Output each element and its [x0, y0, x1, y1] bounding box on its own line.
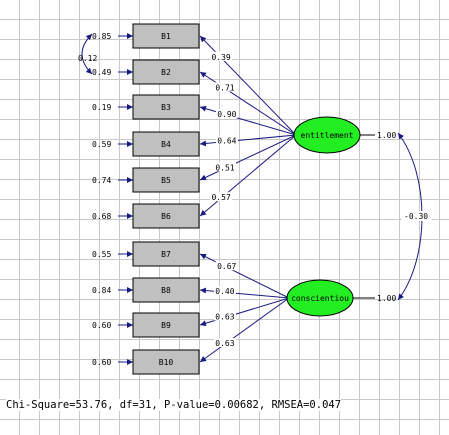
error-covariance-value: 0.12: [78, 54, 97, 63]
factor-correlation-value: -0.30: [404, 212, 428, 221]
error-variance: 0.85: [92, 32, 111, 41]
loading-value: 0.39: [211, 53, 230, 62]
observed-label: B6: [161, 212, 171, 221]
error-variance: 0.59: [92, 140, 111, 149]
observed-label: B4: [161, 140, 171, 149]
error-variance: 0.49: [92, 68, 111, 77]
error-variance: 0.19: [92, 103, 111, 112]
latent-variance: 1.00: [377, 131, 396, 140]
error-variance: 0.60: [92, 358, 111, 367]
fit-statistics: Chi-Square=53.76, df=31, P-value=0.00682…: [6, 399, 342, 411]
loading-arrow: [199, 297, 290, 363]
loading-arrow: [199, 105, 297, 136]
loading-value: 0.67: [217, 262, 236, 271]
loading-value: 0.63: [215, 312, 234, 321]
loading-value: 0.71: [215, 83, 234, 92]
loading-arrow: [199, 134, 297, 217]
loading-arrow: [199, 297, 290, 327]
observed-label: B7: [161, 250, 171, 259]
error-variance: 0.60: [92, 321, 111, 330]
loading-value: 0.57: [211, 193, 230, 202]
latent-label: entitlement: [301, 131, 354, 140]
observed-label: B9: [161, 321, 171, 330]
loading-arrow: [199, 134, 297, 147]
loading-value: 0.90: [217, 110, 236, 119]
loading-value: 0.63: [215, 339, 234, 348]
error-variance: 0.84: [92, 286, 111, 295]
observed-label: B1: [161, 32, 171, 41]
latent-label: conscientiou: [291, 294, 349, 303]
path-diagram: B1 B2 B3 B4 B5 B6 B7 B8 B9 B10 entitlement conscie…: [78, 23, 432, 375]
observed-label: B10: [159, 358, 174, 367]
loading-arrow: [199, 71, 297, 136]
latent-variance: 1.00: [377, 294, 396, 303]
observed-label: B5: [161, 176, 171, 185]
observed-label: B8: [161, 286, 171, 295]
error-variance: 0.55: [92, 250, 111, 259]
loading-value: 0.51: [215, 163, 234, 172]
loading-arrow: [199, 134, 297, 181]
error-variance: 0.74: [92, 176, 111, 185]
observed-label: B3: [161, 103, 171, 112]
loading-value: 0.40: [215, 287, 234, 296]
observed-label: B2: [161, 68, 171, 77]
loading-value: 0.64: [217, 136, 236, 145]
error-variance: 0.68: [92, 212, 111, 221]
